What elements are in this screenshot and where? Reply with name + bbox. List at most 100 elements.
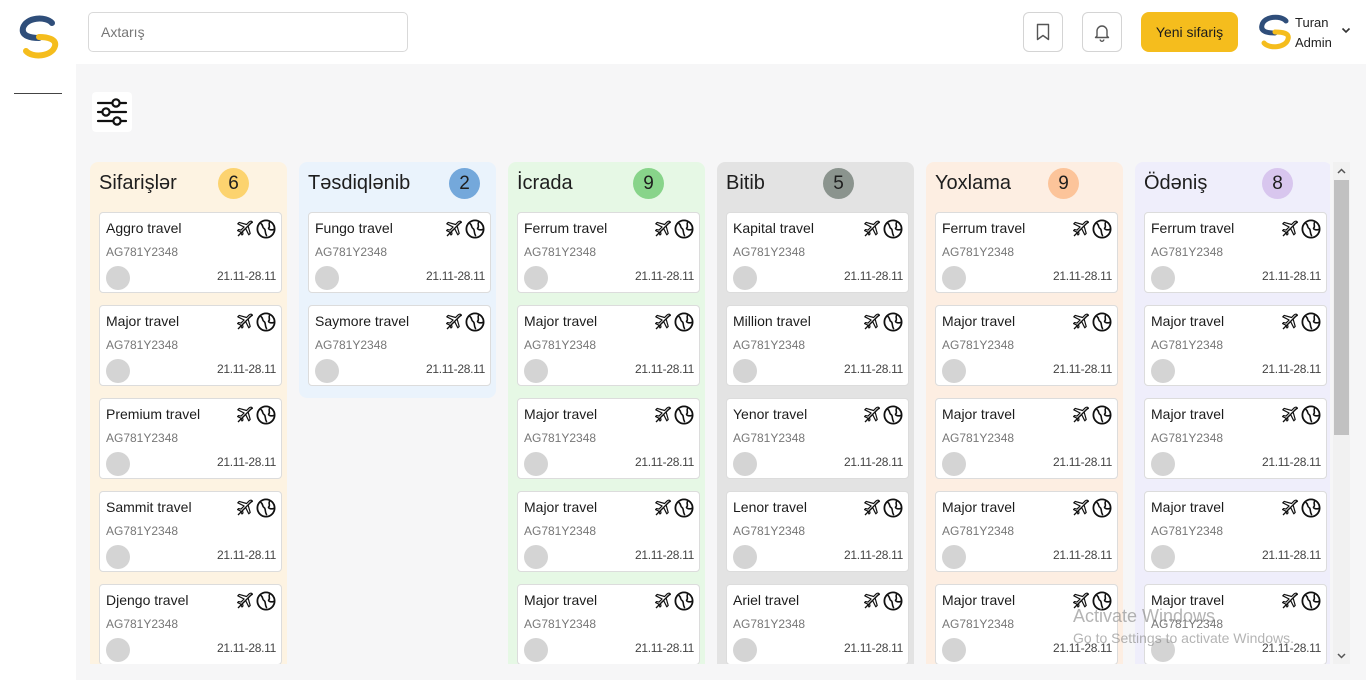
column-title: Yoxlama [935, 172, 1011, 194]
sidebar-divider [14, 93, 62, 94]
globe-icon [674, 312, 694, 337]
order-card[interactable]: Major travel AG781Y2348 21.11-28.11 [1144, 491, 1327, 572]
card-assignee-avatar [524, 359, 548, 383]
card-assignee-avatar [733, 359, 757, 383]
globe-icon [256, 591, 276, 616]
globe-icon [883, 219, 903, 244]
plane-icon [654, 592, 672, 615]
column-count-badge: 9 [633, 168, 664, 199]
card-date-range: 21.11-28.11 [1053, 269, 1112, 283]
card-title: Ariel travel [733, 592, 800, 608]
card-title: Major travel [524, 499, 598, 515]
globe-icon [1301, 591, 1321, 616]
column-4: Yoxlama 9 Ferrum travel AG781Y2348 21.11-28.… [926, 162, 1123, 664]
card-title: Aggro travel [106, 220, 182, 236]
order-card[interactable]: Major travel AG781Y2348 21.11-28.11 [517, 584, 700, 664]
card-assignee-avatar [524, 638, 548, 662]
order-card[interactable]: Ferrum travel AG781Y2348 21.11-28.11 [1144, 212, 1327, 293]
scrollbar-thumb[interactable] [1334, 180, 1349, 435]
card-code: AG781Y2348 [106, 338, 179, 352]
order-card[interactable]: Sammit travel AG781Y2348 21.11-28.11 [99, 491, 282, 572]
card-date-range: 21.11-28.11 [217, 641, 276, 655]
order-card[interactable]: Major travel AG781Y2348 21.11-28.11 [99, 305, 282, 386]
order-card[interactable]: Major travel AG781Y2348 21.11-28.11 [517, 491, 700, 572]
card-date-range: 21.11-28.11 [1262, 269, 1321, 283]
scroll-down-button[interactable] [1333, 647, 1350, 664]
user-avatar [1259, 14, 1291, 50]
order-card[interactable]: Major travel AG781Y2348 21.11-28.11 [935, 398, 1118, 479]
card-assignee-avatar [942, 452, 966, 476]
card-title: Lenor travel [733, 499, 807, 515]
order-card[interactable]: Major travel AG781Y2348 21.11-28.11 [517, 305, 700, 386]
order-card[interactable]: Major travel AG781Y2348 21.11-28.11 [517, 398, 700, 479]
card-code: AG781Y2348 [524, 431, 597, 445]
card-title: Sammit travel [106, 499, 192, 515]
order-card[interactable]: Yenor travel AG781Y2348 21.11-28.11 [726, 398, 909, 479]
card-code: AG781Y2348 [733, 524, 806, 538]
column-2: İcrada 9 Ferrum travel AG781Y2348 21.11-28.1… [508, 162, 705, 664]
scroll-down-arrow-icon [1337, 652, 1346, 659]
order-card[interactable]: Premium travel AG781Y2348 21.11-28.11 [99, 398, 282, 479]
card-title: Fungo travel [315, 220, 393, 236]
globe-icon [1301, 219, 1321, 244]
plane-icon [236, 592, 254, 615]
scroll-up-button[interactable] [1333, 162, 1350, 179]
order-card[interactable]: Kapital travel AG781Y2348 21.11-28.11 [726, 212, 909, 293]
order-card[interactable]: Ferrum travel AG781Y2348 21.11-28.11 [935, 212, 1118, 293]
card-title: Major travel [524, 592, 598, 608]
plane-icon [1072, 220, 1090, 243]
plane-icon [654, 499, 672, 522]
globe-icon [674, 498, 694, 523]
order-card[interactable]: Major travel AG781Y2348 21.11-28.11 [935, 491, 1118, 572]
card-code: AG781Y2348 [315, 338, 388, 352]
globe-icon [256, 219, 276, 244]
order-card[interactable]: Major travel AG781Y2348 21.11-28.11 [1144, 305, 1327, 386]
order-card[interactable]: Ariel travel AG781Y2348 21.11-28.11 [726, 584, 909, 664]
card-assignee-avatar [733, 452, 757, 476]
order-card[interactable]: Lenor travel AG781Y2348 21.11-28.11 [726, 491, 909, 572]
globe-icon [674, 591, 694, 616]
order-card[interactable]: Ferrum travel AG781Y2348 21.11-28.11 [517, 212, 700, 293]
card-date-range: 21.11-28.11 [426, 269, 485, 283]
bookmark-button[interactable] [1023, 12, 1063, 52]
plane-icon [236, 406, 254, 429]
plane-icon [445, 220, 463, 243]
card-code: AG781Y2348 [733, 338, 806, 352]
order-card[interactable]: Saymore travel AG781Y2348 21.11-28.11 [308, 305, 491, 386]
card-assignee-avatar [315, 359, 339, 383]
card-date-range: 21.11-28.11 [635, 455, 694, 469]
user-menu[interactable]: Turan Admin [1256, 11, 1356, 53]
plane-icon [654, 220, 672, 243]
order-card[interactable]: Major travel AG781Y2348 21.11-28.11 [1144, 398, 1327, 479]
column-1: Təsdiqlənib 2 Fungo travel AG781Y2348 21.11-… [299, 162, 496, 398]
globe-icon [256, 312, 276, 337]
notifications-button[interactable] [1082, 12, 1122, 52]
globe-icon [883, 405, 903, 430]
card-assignee-avatar [106, 452, 130, 476]
order-card[interactable]: Aggro travel AG781Y2348 21.11-28.11 [99, 212, 282, 293]
order-card[interactable]: Fungo travel AG781Y2348 21.11-28.11 [308, 212, 491, 293]
filter-button[interactable] [92, 92, 132, 132]
search-input[interactable] [88, 12, 408, 52]
plane-icon [1281, 313, 1299, 336]
card-code: AG781Y2348 [733, 617, 806, 631]
card-assignee-avatar [1151, 359, 1175, 383]
order-card[interactable]: Major travel AG781Y2348 21.11-28.11 [935, 305, 1118, 386]
card-assignee-avatar [942, 359, 966, 383]
plane-icon [863, 220, 881, 243]
app-logo[interactable] [16, 14, 62, 60]
order-card[interactable]: Million travel AG781Y2348 21.11-28.11 [726, 305, 909, 386]
column-count-badge: 5 [823, 168, 854, 199]
order-card[interactable]: Djengo travel AG781Y2348 21.11-28.11 [99, 584, 282, 664]
globe-icon [1301, 312, 1321, 337]
card-assignee-avatar [942, 266, 966, 290]
card-code: AG781Y2348 [1151, 431, 1224, 445]
card-date-range: 21.11-28.11 [217, 269, 276, 283]
globe-icon [1092, 219, 1112, 244]
card-code: AG781Y2348 [1151, 338, 1224, 352]
card-title: Djengo travel [106, 592, 189, 608]
card-title: Major travel [942, 592, 1016, 608]
new-order-button[interactable]: Yeni sifariş [1141, 12, 1238, 52]
card-assignee-avatar [1151, 452, 1175, 476]
card-date-range: 21.11-28.11 [217, 455, 276, 469]
